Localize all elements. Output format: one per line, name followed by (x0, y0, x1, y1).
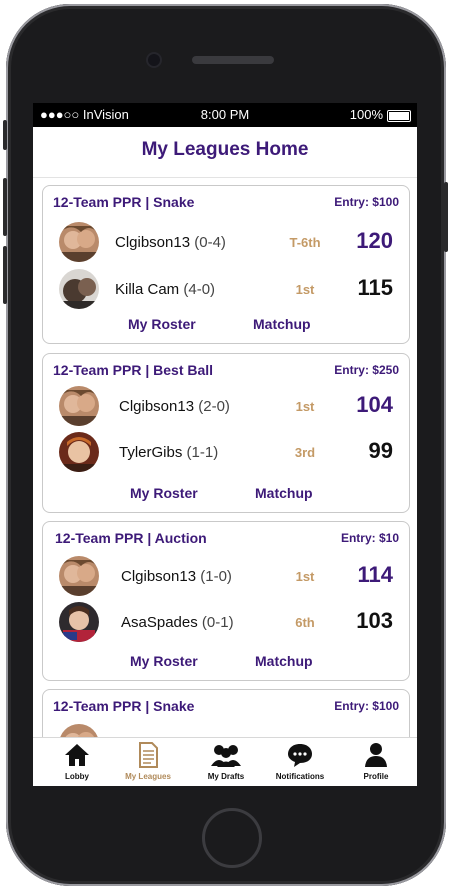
front-camera (148, 54, 160, 66)
team-score: 115 (357, 275, 394, 300)
team-score: 103 (356, 608, 393, 633)
volume-down-button (3, 246, 7, 304)
team-record: (0-4) (194, 234, 226, 251)
avatar (59, 432, 99, 472)
chat-bubble-icon (288, 744, 312, 767)
matchup-link[interactable]: Matchup (255, 485, 313, 501)
power-button (444, 182, 448, 252)
my-roster-link[interactable]: My Roster (130, 485, 198, 501)
home-icon (65, 744, 89, 766)
header-divider (33, 177, 417, 178)
avatar (59, 269, 99, 309)
my-roster-link[interactable]: My Roster (130, 653, 198, 669)
team-rank: T-6th (289, 235, 321, 250)
tab-label: My Leagues (125, 772, 171, 781)
tab-my-leagues[interactable]: My Leagues (110, 738, 186, 786)
tab-bar: Lobby My Leagues My Drafts Notifications… (33, 737, 417, 786)
team-rank: 1st (295, 399, 315, 414)
team-record: (0-1) (201, 614, 234, 631)
team-row[interactable]: Clgibson13 (1-0) 1st 114 (43, 556, 409, 600)
team-row[interactable]: TylerGibs (1-1) 3rd 99 (43, 432, 409, 476)
page-title: My Leagues Home (141, 139, 309, 160)
mute-switch (3, 120, 7, 150)
team-row[interactable]: AsaSpades (0-1) 6th 103 (43, 602, 409, 646)
tab-lobby[interactable]: Lobby (39, 738, 115, 786)
team-score: 114 (357, 562, 394, 587)
league-name: 12-Team PPR | Best Ball (53, 362, 214, 378)
league-name: 12-Team PPR | Snake (53, 194, 195, 210)
tab-profile[interactable]: Profile (338, 738, 414, 786)
status-bar: ●●●○○ InVision 8:00 PM 100% (33, 103, 417, 127)
team-record: (2-0) (198, 398, 230, 415)
tab-label: My Drafts (207, 772, 245, 781)
entry-fee: Entry: $100 (334, 699, 399, 713)
matchup-link[interactable]: Matchup (253, 316, 311, 332)
avatar (59, 386, 99, 426)
league-card[interactable]: 12-Team PPR | Best Ball Entry: $250 Clgi… (42, 353, 410, 513)
speaker-grille (192, 56, 274, 64)
team-row[interactable]: Clgibson13 (0-4) T-6th 120 (43, 222, 409, 266)
home-button[interactable] (202, 808, 262, 868)
tab-notifications[interactable]: Notifications (262, 738, 338, 786)
team-score: 104 (356, 392, 393, 417)
document-icon (139, 742, 158, 768)
avatar (59, 556, 99, 596)
entry-fee: Entry: $250 (334, 363, 399, 377)
team-record: (1-1) (186, 444, 219, 461)
league-name: 12-Team PPR | Auction (55, 530, 207, 546)
team-rank: 3rd (294, 445, 316, 460)
team-name: Killa Cam (115, 281, 180, 298)
league-card[interactable]: 12-Team PPR | Auction Entry: $10 Clgibso… (42, 521, 410, 681)
entry-fee: Entry: $100 (334, 195, 399, 209)
team-rank: 1st (295, 569, 315, 584)
team-record: (1-0) (200, 568, 232, 585)
team-score: 99 (368, 438, 393, 463)
league-name: 12-Team PPR | Snake (53, 698, 195, 714)
team-score: 120 (356, 228, 393, 253)
team-name: Clgibson13 (115, 234, 191, 251)
screen: ●●●○○ InVision 8:00 PM 100% My Leagues H… (33, 103, 417, 786)
tab-label: Lobby (65, 772, 89, 781)
team-row[interactable]: Clgibson13 (2-0) 1st 104 (43, 386, 409, 430)
avatar (59, 222, 99, 262)
team-record: (4-0) (183, 281, 216, 298)
tab-label: Notifications (275, 772, 325, 781)
team-name: AsaSpades (121, 614, 198, 631)
tab-label: Profile (363, 772, 389, 781)
team-rank: 1st (295, 282, 315, 297)
group-icon (211, 745, 241, 767)
tab-my-drafts[interactable]: My Drafts (188, 738, 264, 786)
battery-percent: 100% (349, 107, 383, 122)
league-card[interactable]: 12-Team PPR | Snake Entry: $100 Clgibson… (42, 185, 410, 344)
battery-icon (387, 110, 411, 122)
person-icon (365, 743, 387, 767)
team-row[interactable]: Killa Cam (4-0) 1st 115 (43, 269, 409, 313)
my-roster-link[interactable]: My Roster (128, 316, 196, 332)
team-rank: 6th (295, 615, 315, 630)
team-name: TylerGibs (119, 444, 183, 461)
volume-up-button (3, 178, 7, 236)
team-name: Clgibson13 (121, 568, 197, 585)
matchup-link[interactable]: Matchup (255, 653, 313, 669)
entry-fee: Entry: $10 (340, 531, 399, 545)
team-name: Clgibson13 (119, 398, 195, 415)
avatar (59, 602, 99, 642)
